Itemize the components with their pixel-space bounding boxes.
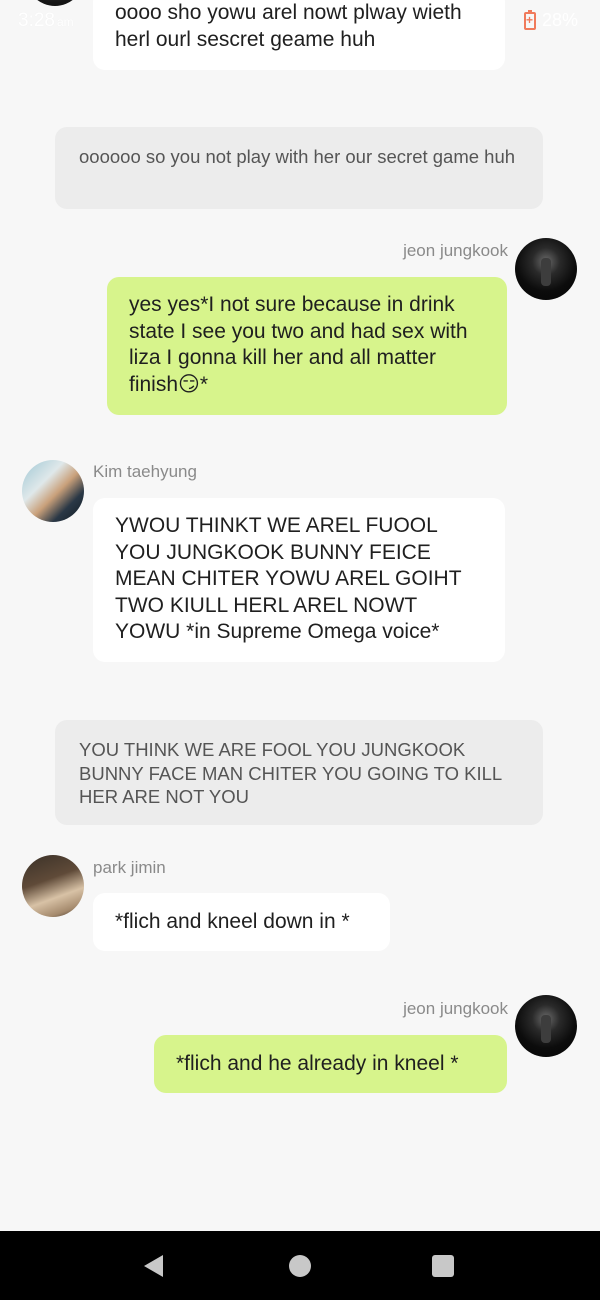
status-battery: 28%: [523, 9, 578, 31]
message-text: YOU THINK WE ARE FOOL YOU JUNGKOOK BUNNY…: [79, 739, 502, 807]
message-text: *flich and he already in kneel *: [176, 1052, 459, 1075]
message-bubble-narration: oooooo so you not play with her our secr…: [55, 127, 543, 209]
message-bubble-incoming: YWOU THINKT WE AREL FUOOL YOU JUNGKOOK B…: [93, 498, 505, 662]
recents-square-icon[interactable]: [432, 1255, 454, 1277]
sender-name: jeon jungkook: [403, 999, 508, 1018]
battery-icon: [523, 9, 536, 30]
message-bubble-outgoing: yes yes*I not sure because in drink stat…: [107, 277, 507, 415]
system-nav-bar: [0, 1231, 600, 1300]
message-text: *flich and kneel down in *: [115, 910, 350, 933]
avatar[interactable]: [515, 238, 577, 300]
message-bubble-outgoing: *flich and he already in kneel *: [154, 1035, 507, 1093]
sender-name: jeon jungkook: [403, 241, 508, 260]
home-circle-icon[interactable]: [289, 1255, 311, 1277]
message-bubble-incoming: *flich and kneel down in *: [93, 893, 390, 951]
message-text: oooooo so you not play with her our secr…: [79, 146, 516, 167]
message-bubble-narration: YOU THINK WE ARE FOOL YOU JUNGKOOK BUNNY…: [55, 720, 543, 825]
avatar[interactable]: [22, 460, 84, 522]
chat-screen: 3:28am 28% oooo sho yowu arel nowt plway…: [0, 0, 600, 1300]
message-text: YWOU THINKT WE AREL FUOOL YOU JUNGKOOK B…: [115, 514, 462, 643]
back-triangle-icon[interactable]: [144, 1255, 163, 1277]
sender-name: park jimin: [93, 858, 166, 877]
avatar[interactable]: [515, 995, 577, 1057]
message-text: yes yes*I not sure because in drink stat…: [129, 293, 468, 396]
avatar[interactable]: [22, 855, 84, 917]
status-time-ampm: am: [56, 15, 74, 29]
message-text: oooo sho yowu arel nowt plway wieth herl…: [115, 1, 462, 51]
battery-percent: 28%: [541, 10, 578, 30]
status-time: 3:28 am: [18, 10, 74, 32]
avatar[interactable]: [26, 0, 84, 6]
sender-name: Kim taehyung: [93, 462, 197, 481]
status-time-value: 3:28: [18, 10, 55, 31]
message-bubble-incoming: oooo sho yowu arel nowt plway wieth herl…: [93, 0, 505, 70]
